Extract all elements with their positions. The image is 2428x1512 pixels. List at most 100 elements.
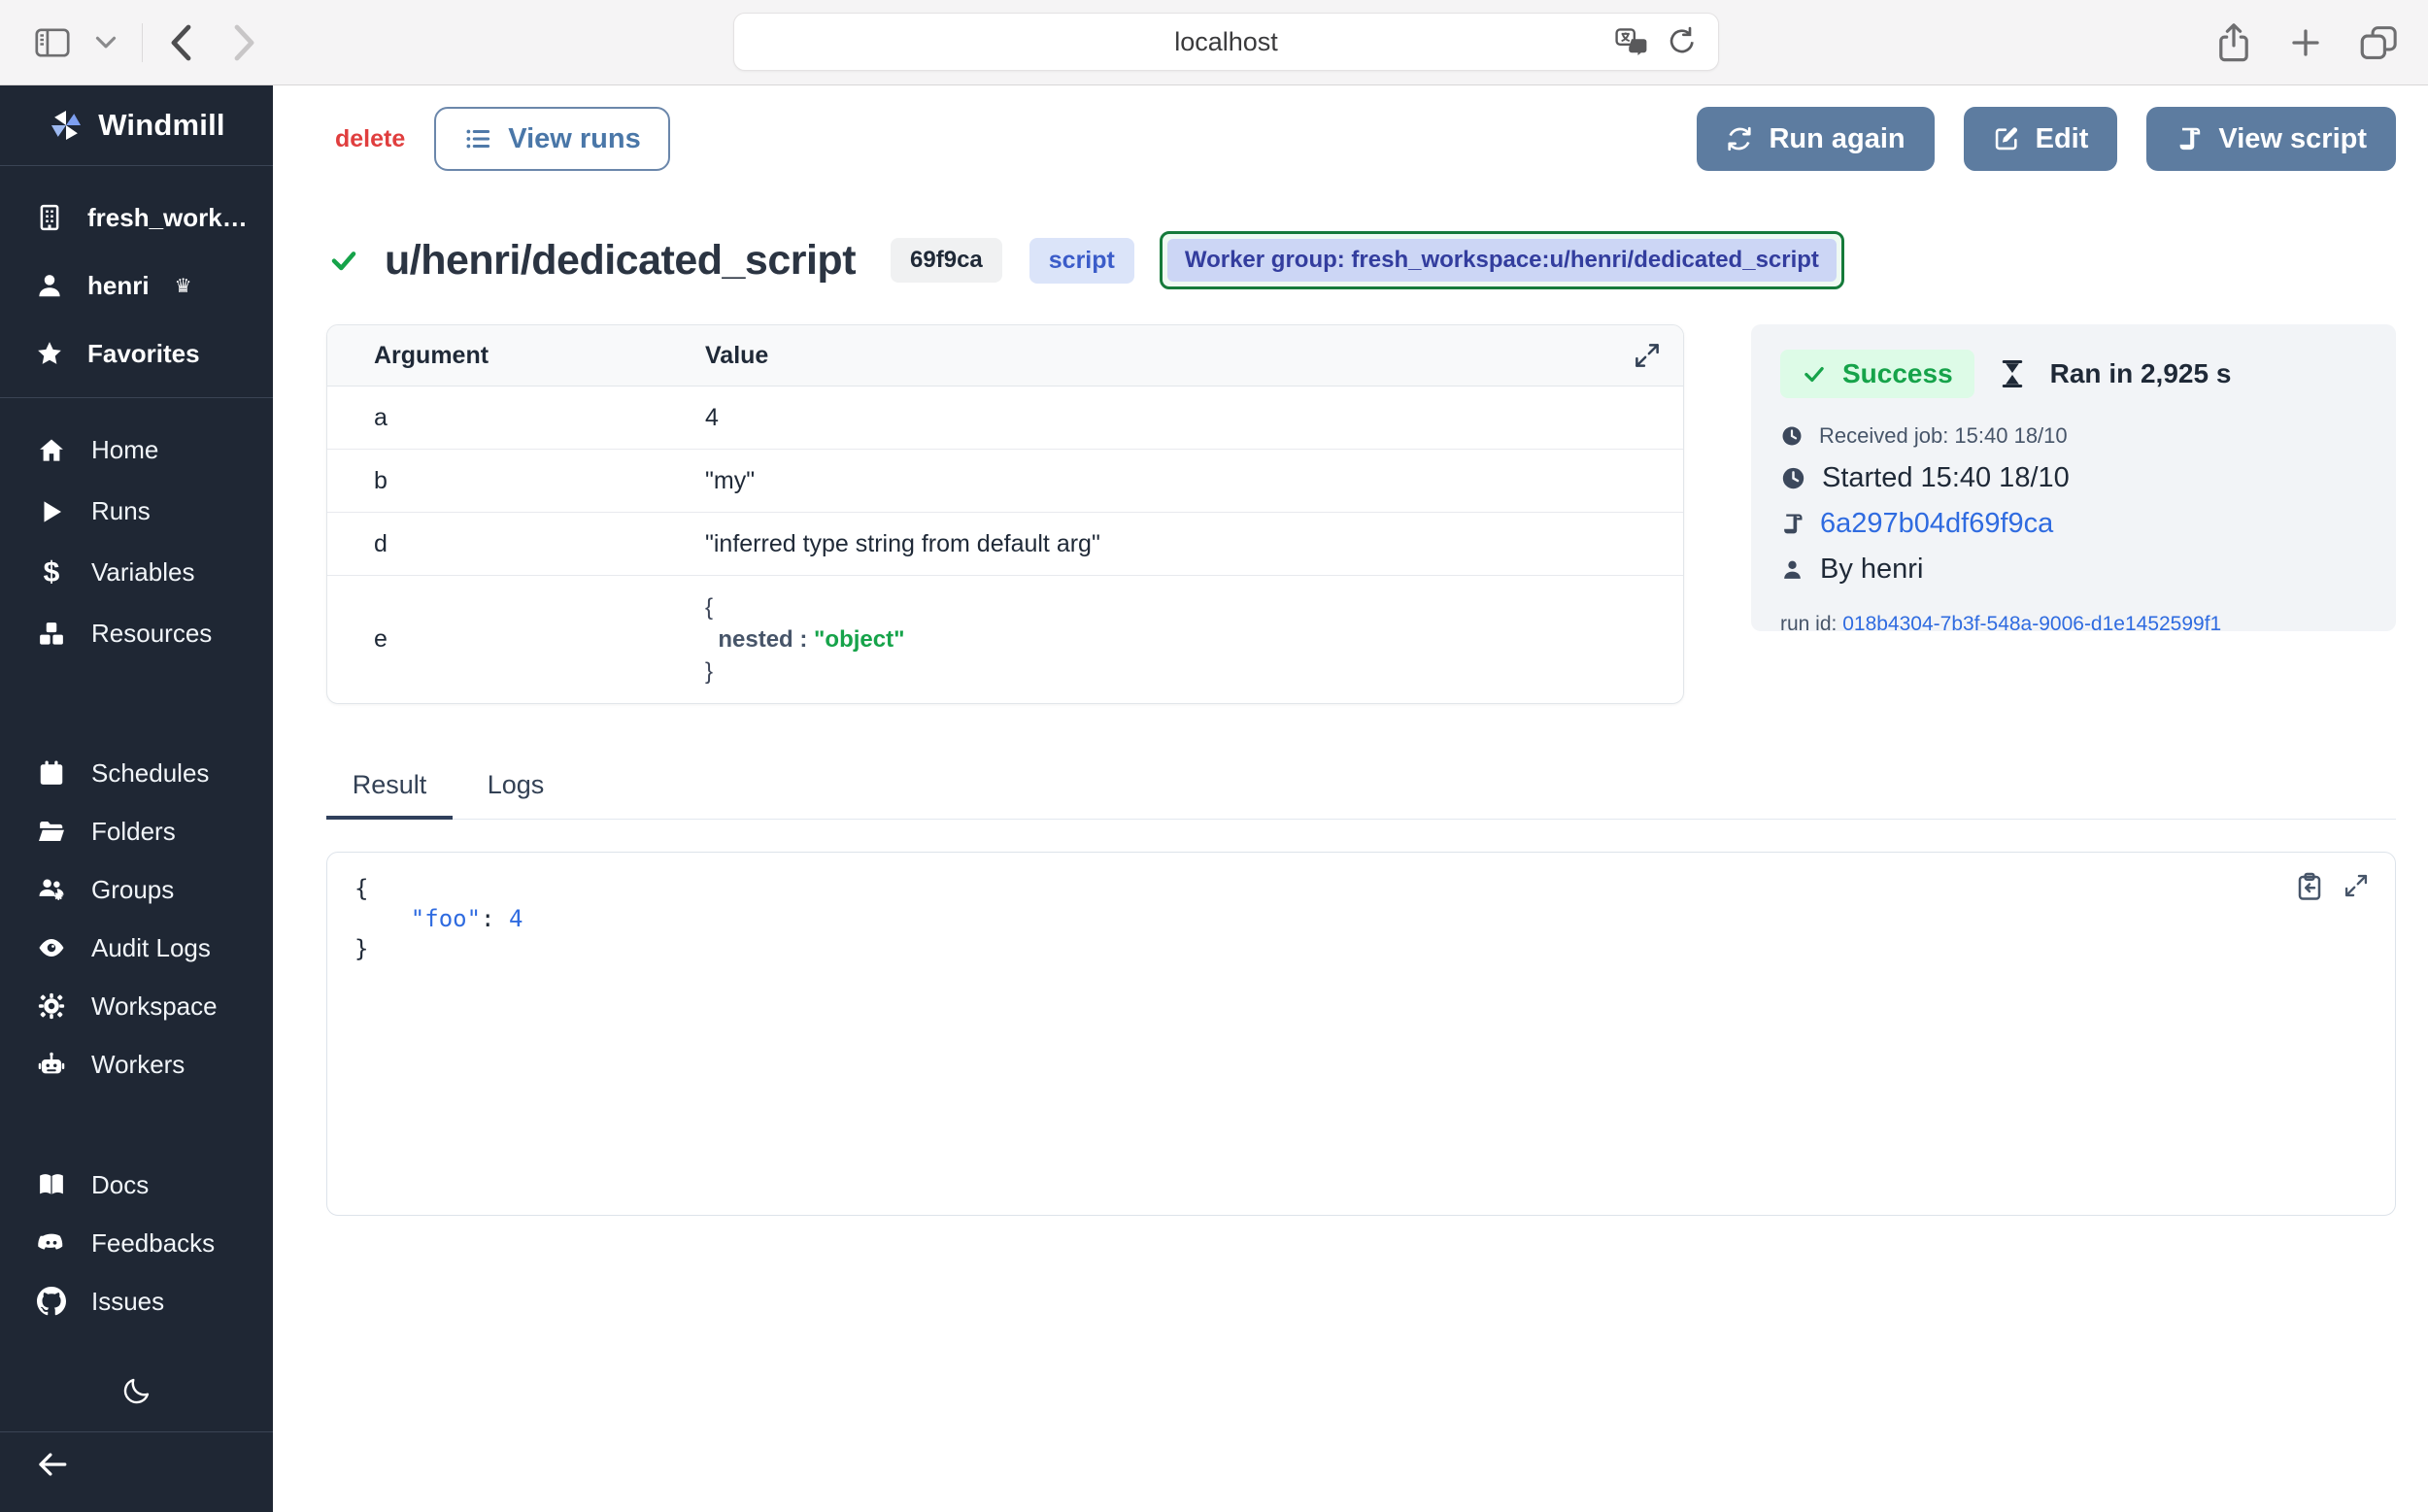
sidebar-toggle-button[interactable] <box>35 28 70 57</box>
nav-label: Docs <box>91 1170 149 1200</box>
view-runs-label: View runs <box>508 123 640 155</box>
script-hash-badge[interactable]: 69f9ca <box>891 238 1002 283</box>
address-url: localhost <box>1174 27 1278 57</box>
scroll-icon <box>1780 512 1804 536</box>
argument-name: e <box>327 625 705 654</box>
status-badge: Success <box>1780 350 1974 398</box>
copy-result-icon[interactable] <box>2296 872 2323 901</box>
windmill-logo[interactable]: Windmill <box>0 85 273 165</box>
nav-label: Schedules <box>91 758 209 789</box>
result-viewer: { "foo": 4 } <box>326 852 2396 1216</box>
sidebar-item-audit-logs[interactable]: Audit Logs <box>0 919 273 977</box>
sidebar-item-favorites[interactable]: Favorites <box>0 319 273 387</box>
nav-label: Workspace <box>91 991 218 1022</box>
delete-button[interactable]: delete <box>335 125 405 153</box>
dark-mode-toggle[interactable] <box>0 1361 273 1420</box>
edit-icon <box>1993 125 2020 152</box>
play-icon <box>37 497 66 526</box>
sidebar: Windmill fresh_worksp... henri ♛ <box>0 85 273 1512</box>
column-header-argument: Argument <box>327 342 705 370</box>
script-kind-badge[interactable]: script <box>1029 238 1134 284</box>
brand-name: Windmill <box>98 108 224 143</box>
clock-icon <box>1780 424 1804 448</box>
view-runs-button[interactable]: View runs <box>434 107 669 171</box>
book-open-icon <box>37 1170 66 1199</box>
share-button[interactable] <box>2216 21 2251 64</box>
argument-object-value: { nested : "object"} <box>705 576 904 703</box>
received-job-line: Received job: 15:40 18/10 <box>1780 423 2367 449</box>
sidebar-item-workspace[interactable]: fresh_worksp... <box>0 184 273 252</box>
expand-result-icon[interactable] <box>2343 872 2370 901</box>
sidebar-item-workspace-settings[interactable]: Workspace <box>0 977 273 1035</box>
nav-label: Variables <box>91 557 194 588</box>
github-icon <box>37 1287 66 1316</box>
gear-icon <box>37 991 66 1021</box>
run-id-label: run id: <box>1780 613 1837 635</box>
script-title-row: u/henri/dedicated_script 69f9ca script W… <box>328 231 1844 289</box>
argument-value: "my" <box>705 467 755 495</box>
worker-group-badge-outline: Worker group: fresh_workspace:u/henri/de… <box>1160 231 1844 289</box>
run-again-button[interactable]: Run again <box>1697 107 1934 171</box>
main-content: delete View runs Run again Edit <box>273 85 2428 1512</box>
job-hash-line: 6a297b04df69f9ca <box>1780 508 2367 540</box>
result-json: { "foo": 4 } <box>354 874 2368 964</box>
sidebar-item-variables[interactable]: $ Variables <box>0 542 273 603</box>
table-row: d "inferred type string from default arg… <box>327 513 1683 576</box>
nav-label: Resources <box>91 619 212 649</box>
sidebar-item-workers[interactable]: Workers <box>0 1035 273 1093</box>
user-icon <box>1780 557 1804 582</box>
boxes-icon <box>37 620 66 649</box>
sidebar-item-home[interactable]: Home <box>0 420 273 481</box>
tab-logs[interactable]: Logs <box>453 770 579 820</box>
tab-result[interactable]: Result <box>326 770 453 820</box>
check-icon <box>1802 361 1827 386</box>
nav-label: Audit Logs <box>91 933 211 963</box>
translate-icon[interactable] <box>1615 28 1648 55</box>
run-again-label: Run again <box>1769 123 1905 155</box>
toolbar-separator <box>142 23 143 62</box>
sidebar-chevron-down-icon[interactable] <box>95 36 117 50</box>
view-script-button[interactable]: View script <box>2146 107 2396 171</box>
run-toolbar: delete View runs Run again Edit <box>335 107 2396 171</box>
back-button[interactable] <box>168 23 193 62</box>
edit-label: Edit <box>2036 123 2089 155</box>
collapse-sidebar-button[interactable] <box>35 1448 70 1481</box>
refresh-icon <box>1726 125 1753 152</box>
sidebar-item-feedbacks[interactable]: Feedbacks <box>0 1214 273 1272</box>
address-bar[interactable]: localhost <box>733 13 1719 71</box>
table-row: a 4 <box>327 386 1683 450</box>
arguments-table: Argument Value a 4 b "my" d "inferred ty… <box>326 324 1684 704</box>
tab-overview-button[interactable] <box>2360 24 2399 61</box>
column-header-value: Value <box>705 342 768 370</box>
argument-value: "inferred type string from default arg" <box>705 530 1100 558</box>
edit-button[interactable]: Edit <box>1964 107 2118 171</box>
reload-icon[interactable] <box>1668 26 1697 57</box>
sidebar-item-schedules[interactable]: Schedules <box>0 744 273 802</box>
page-title: u/henri/dedicated_script <box>385 237 856 285</box>
run-id-link[interactable]: 018b4304-7b3f-548a-9006-d1e1452599f1 <box>1842 613 2221 635</box>
dollar-icon: $ <box>37 556 66 589</box>
expand-table-icon[interactable] <box>1633 341 1662 370</box>
new-tab-button[interactable] <box>2288 25 2323 60</box>
received-job-text: Received job: 15:40 18/10 <box>1819 423 2068 449</box>
nav-label: Feedbacks <box>91 1228 215 1259</box>
sidebar-item-groups[interactable]: Groups <box>0 860 273 919</box>
argument-name: a <box>327 404 705 432</box>
building-icon <box>35 203 64 232</box>
status-badge-label: Success <box>1842 358 1953 389</box>
argument-value: 4 <box>705 404 719 432</box>
star-icon <box>35 339 64 368</box>
job-hash-link[interactable]: 6a297b04df69f9ca <box>1820 508 2053 540</box>
sidebar-item-issues[interactable]: Issues <box>0 1272 273 1330</box>
workspace-name: fresh_worksp... <box>87 203 259 233</box>
sidebar-item-docs[interactable]: Docs <box>0 1156 273 1214</box>
success-check-icon <box>328 245 359 276</box>
sidebar-item-resources[interactable]: Resources <box>0 603 273 664</box>
sidebar-item-folders[interactable]: Folders <box>0 802 273 860</box>
folder-open-icon <box>37 817 66 846</box>
sidebar-item-runs[interactable]: Runs <box>0 481 273 542</box>
view-script-label: View script <box>2218 123 2367 155</box>
forward-button[interactable] <box>232 23 257 62</box>
worker-group-badge[interactable]: Worker group: fresh_workspace:u/henri/de… <box>1167 239 1837 282</box>
sidebar-item-user[interactable]: henri ♛ <box>0 252 273 319</box>
